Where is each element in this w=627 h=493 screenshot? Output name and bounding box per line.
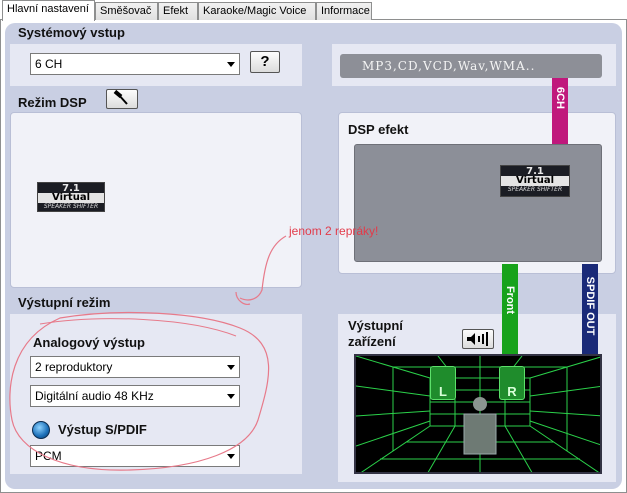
- right-speaker-label: R: [507, 384, 517, 399]
- annotation-text: jenom 2 repráky!: [289, 224, 379, 238]
- room-grid-graphic: [356, 356, 600, 472]
- sample-rate-select[interactable]: Digitální audio 48 KHz: [30, 385, 240, 407]
- six-ch-signal-bar: 6CH: [552, 78, 568, 144]
- system-input-value: 6 CH: [35, 57, 63, 71]
- six-ch-label: 6CH: [554, 86, 566, 110]
- logo-sub: SPEAKER SHIFTER: [43, 203, 99, 210]
- dsp-effect-label: DSP efekt: [348, 122, 409, 137]
- left-speaker-label: L: [439, 384, 447, 399]
- sample-rate-value: Digitální audio 48 KHz: [35, 389, 154, 403]
- spdif-format-value: PCM: [35, 449, 62, 463]
- spdif-out-signal-bar: SPDIF OUT: [582, 264, 598, 354]
- tab-effect[interactable]: Efekt: [158, 2, 198, 20]
- system-input-select[interactable]: 6 CH: [30, 53, 240, 75]
- supported-formats-display: MP3,CD,VCD,Wav,WMA..: [340, 54, 602, 78]
- tab-info[interactable]: Informace: [316, 2, 372, 20]
- chevron-down-icon: [227, 394, 235, 399]
- speaker-volume-icon: [467, 332, 488, 346]
- help-button[interactable]: ?: [250, 51, 280, 73]
- chevron-down-icon: [227, 365, 235, 370]
- output-device-label-2: zařízení: [348, 334, 396, 349]
- tab-karaoke[interactable]: Karaoke/Magic Voice: [198, 2, 316, 20]
- spdif-output-label: Výstup S/PDIF: [58, 422, 147, 437]
- system-input-label: Systémový vstup: [18, 25, 125, 40]
- dsp-effect-logo: 7.1 Virtual SPEAKER SHIFTER: [500, 165, 570, 197]
- speaker-config-select[interactable]: 2 reproduktory: [30, 356, 240, 378]
- analog-output-label: Analogový výstup: [33, 335, 145, 350]
- spdif-format-select[interactable]: PCM: [30, 445, 240, 467]
- logo-word: Virtual: [38, 193, 104, 203]
- dsp-mode-label: Režim DSP: [18, 95, 87, 110]
- speaker-test-button[interactable]: [462, 329, 494, 349]
- chevron-down-icon: [227, 62, 235, 67]
- speaker-config-value: 2 reproduktory: [35, 360, 113, 374]
- virtual-speaker-shifter-logo: 7.1 Virtual SPEAKER SHIFTER: [37, 182, 105, 212]
- spdif-out-label: SPDIF OUT: [584, 276, 596, 336]
- left-speaker[interactable]: L: [430, 366, 456, 400]
- dsp-tool-button[interactable]: [106, 89, 138, 109]
- dsp-logo-sub: SPEAKER SHIFTER: [507, 186, 563, 193]
- chevron-down-icon: [227, 454, 235, 459]
- hammer-icon: [113, 89, 128, 105]
- tab-bar: Hlavní nastavení Směšovač Efekt Karaoke/…: [0, 0, 627, 21]
- spdif-toggle-icon[interactable]: [32, 421, 50, 439]
- dsp-logo-word: Virtual: [501, 176, 569, 186]
- dsp-effect-display: [354, 144, 602, 262]
- front-signal-bar: Front: [502, 264, 518, 354]
- output-mode-label: Výstupní režim: [18, 295, 111, 310]
- tab-main-settings[interactable]: Hlavní nastavení: [2, 0, 95, 21]
- tab-mixer[interactable]: Směšovač: [95, 2, 158, 20]
- right-speaker[interactable]: R: [499, 366, 525, 400]
- output-device-label-1: Výstupní: [348, 318, 403, 333]
- front-label: Front: [504, 285, 516, 315]
- speaker-room-visualization: L R: [354, 354, 602, 474]
